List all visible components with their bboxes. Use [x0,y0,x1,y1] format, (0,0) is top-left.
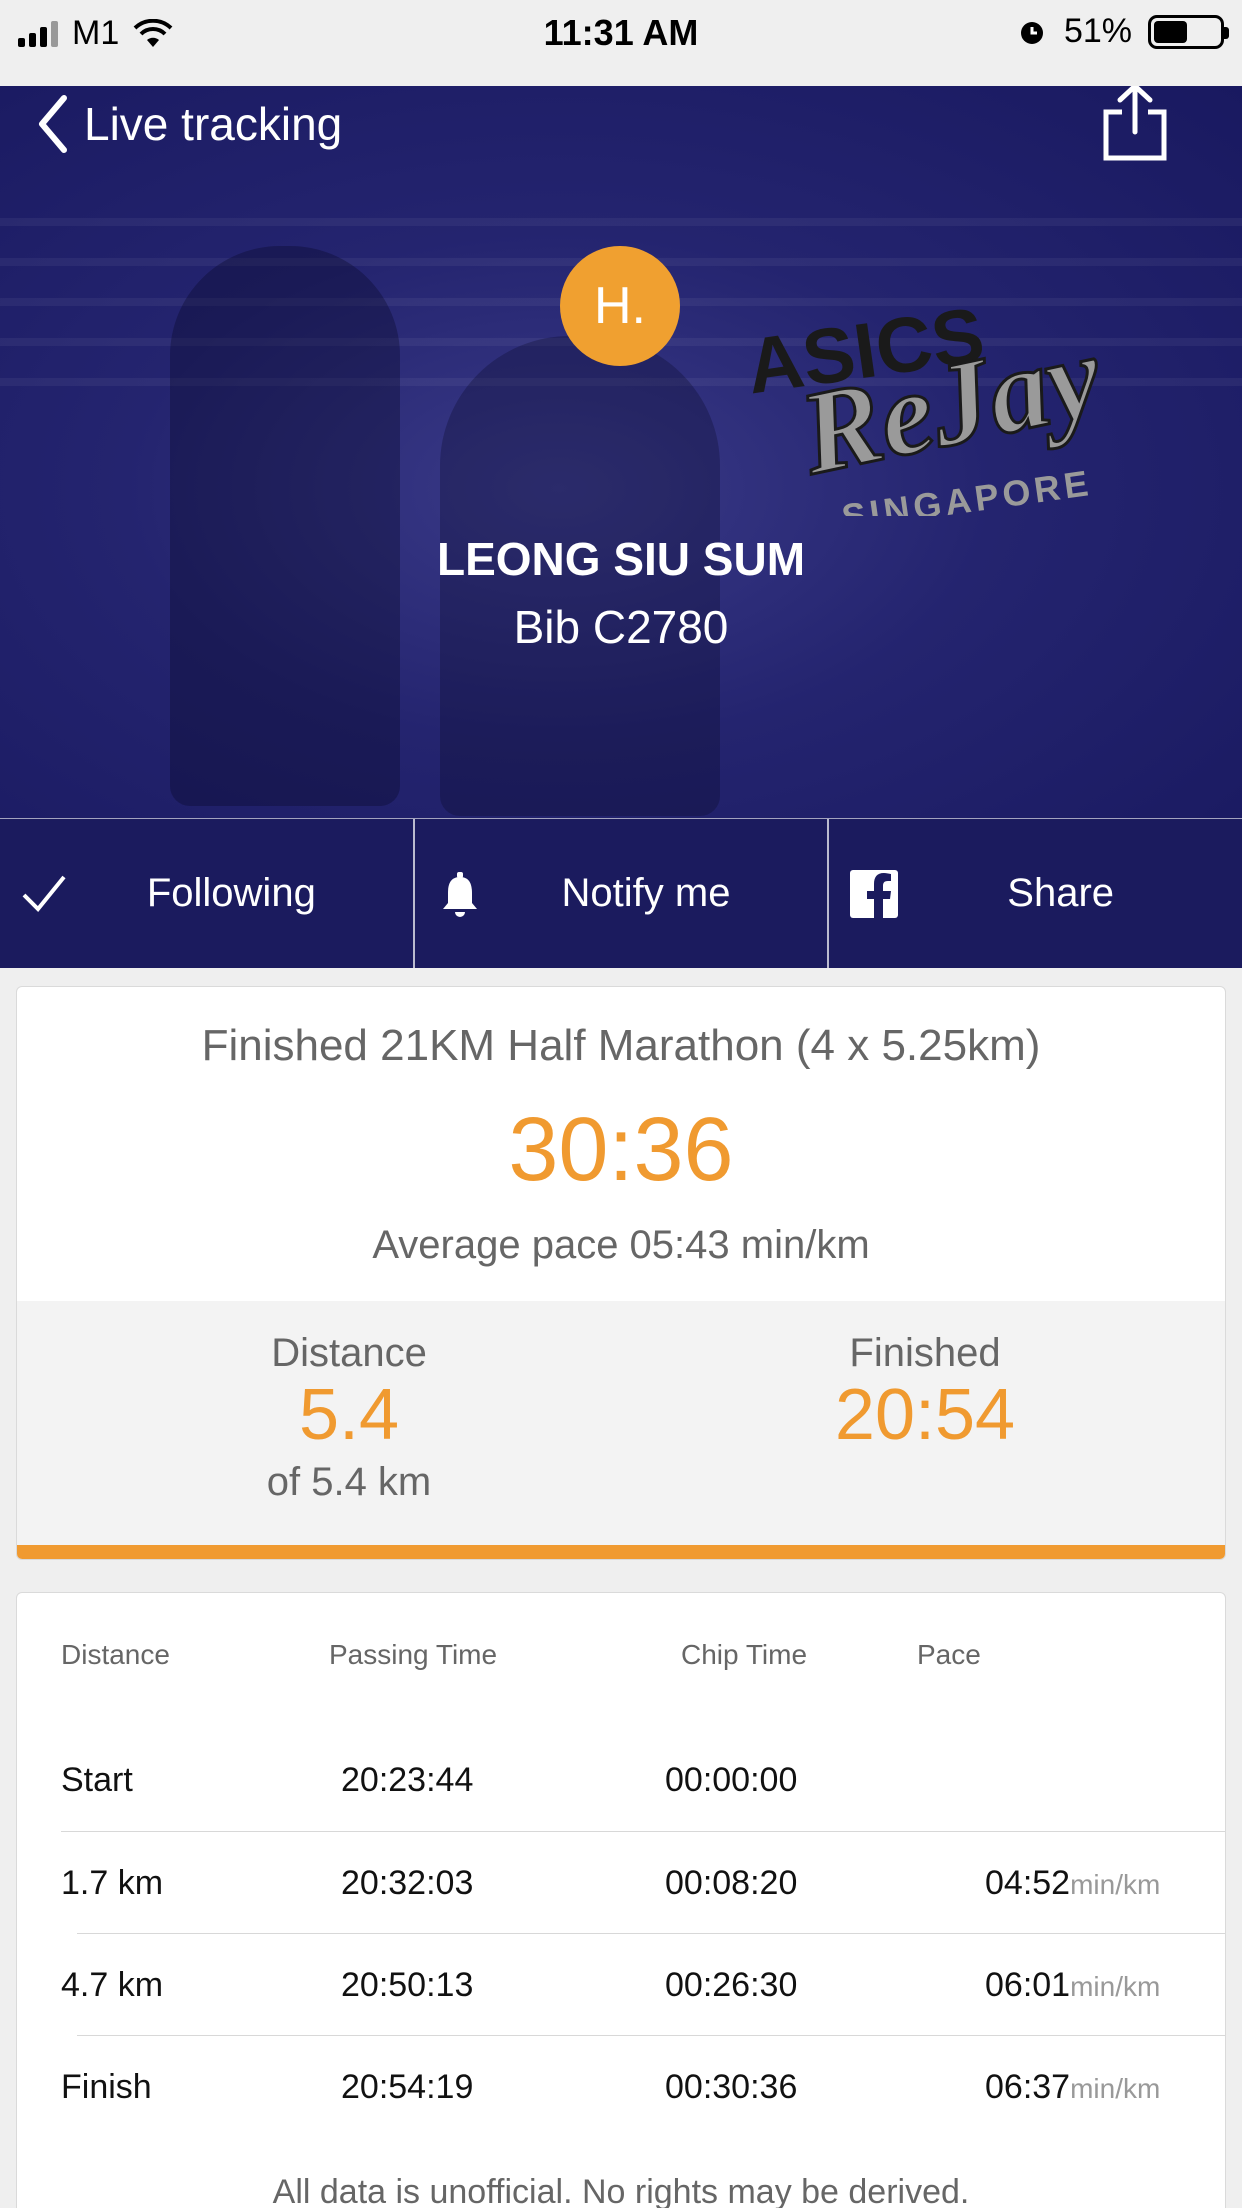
row-chip-time: 00:30:36 [665,2068,798,2106]
row-passing-time: 20:23:44 [341,1761,474,1799]
event-logo: ASICS ReJay SINGAPORE [741,290,1114,516]
row-chip-time: 00:26:30 [665,1966,798,2004]
pace-unit: min/km [1070,1869,1161,1900]
following-button[interactable]: Following [0,819,413,968]
distance-total: of 5.4 km [266,1459,432,1504]
row-pace: 04:52min/km [985,1864,1160,1903]
row-chip-time: 00:00:00 [665,1761,798,1799]
row-distance: 1.7 km [61,1864,164,1902]
back-button[interactable]: Live tracking [36,94,342,154]
status-bar: M1 11:31 AM 51% [0,0,1242,86]
pace-value: 06:37 [985,2068,1071,2106]
pace-value: 04:52 [985,1864,1071,1902]
progress-bar [17,1545,1225,1559]
row-chip-time: 00:08:20 [665,1864,798,1902]
pace-unit: min/km [1070,1971,1161,2002]
runner-hero: Live tracking H. ASICS ReJay SINGAPORE L… [0,86,1242,818]
row-distance: Start [61,1761,133,1799]
battery-fill [1154,20,1187,43]
finished-time: 20:54 [834,1375,1016,1455]
facebook-icon [850,870,899,918]
finished-label: Finished [849,1331,1001,1375]
battery-percent: 51% [1063,12,1132,50]
table-row: 1.7 km 20:32:03 00:08:20 04:52min/km [61,1831,1225,1933]
finished-stat: Finished 20:54 [725,1331,1125,1454]
pace-value: 06:01 [985,1966,1071,2004]
row-passing-time: 20:32:03 [341,1864,474,1902]
row-passing-time: 20:54:19 [341,2068,474,2106]
table-row: Start 20:23:44 00:00:00 [17,1729,1225,1831]
total-time: 30:36 [508,1100,734,1200]
race-summary-card: Finished 21KM Half Marathon (4 x 5.25km)… [16,986,1226,1560]
column-header-distance: Distance [61,1639,170,1670]
action-bar: Following Notify me Share [0,818,1242,968]
average-pace: Average pace 05:43 min/km [372,1223,870,1267]
splits-table: Distance Passing Time Chip Time Pace Sta… [16,1592,1226,2208]
row-distance: 4.7 km [61,1966,164,2004]
runner-name: LEONG SIU SUM [436,533,806,585]
back-label: Live tracking [84,98,343,150]
race-title: Finished 21KM Half Marathon (4 x 5.25km) [201,1021,1041,1070]
bib-number: Bib C2780 [513,601,729,653]
bell-icon [442,872,477,917]
row-pace: 06:01min/km [985,1966,1160,2005]
row-passing-time: 20:50:13 [341,1966,474,2004]
disclaimer-text: All data is unofficial. No rights may be… [272,2173,970,2208]
alarm-icon [1020,21,1043,44]
table-row: 4.7 km 20:50:13 00:26:30 06:01min/km [61,1933,1225,2035]
chevron-left-icon [39,95,67,153]
hero-photo-runner-left [170,246,400,806]
pace-unit: min/km [1070,2073,1161,2104]
facebook-share-button[interactable]: Share [827,819,1242,968]
share-icon[interactable] [1100,86,1170,162]
column-header-passing-time: Passing Time [329,1639,498,1670]
avatar: H. [560,246,680,366]
table-row: Finish 20:54:19 00:30:36 06:37min/km [61,2035,1225,2137]
row-distance: Finish [61,2068,152,2106]
distance-value: 5.4 [298,1375,400,1455]
checkmark-icon [22,875,66,912]
status-right: 51% [1016,12,1229,51]
column-header-chip-time: Chip Time [681,1639,808,1670]
distance-label: Distance [271,1331,427,1375]
column-header-pace: Pace [917,1639,981,1670]
distance-stat: Distance 5.4 of 5.4 km [149,1331,549,1505]
battery-icon [1148,14,1229,49]
row-pace: 06:37min/km [985,2068,1160,2107]
summary-stats: Distance 5.4 of 5.4 km Finished 20:54 [17,1301,1225,1545]
notify-me-button[interactable]: Notify me [412,819,828,968]
progress-fill [17,1545,1225,1559]
